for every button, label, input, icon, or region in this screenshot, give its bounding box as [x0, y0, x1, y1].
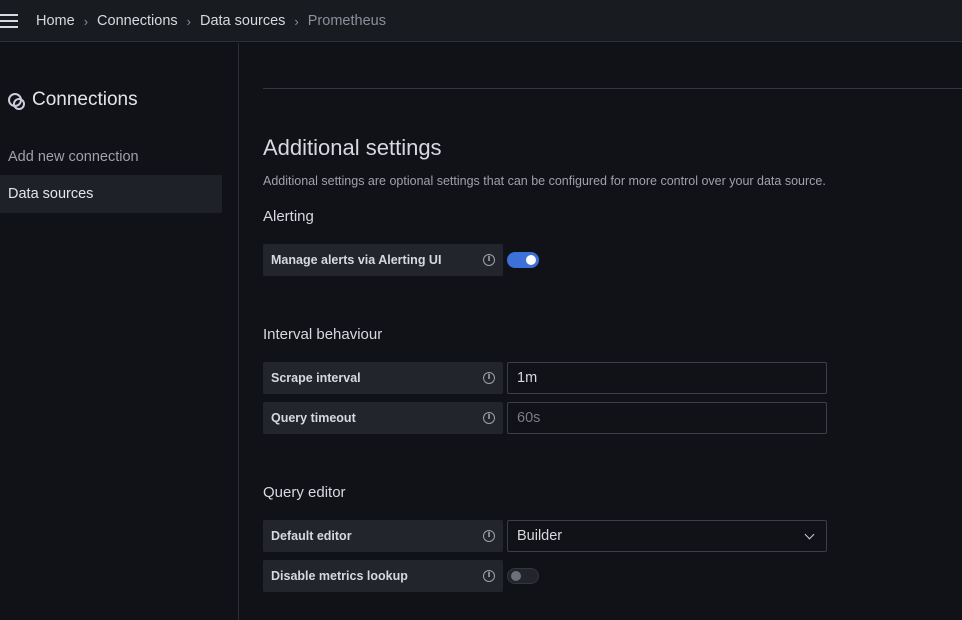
disable-metrics-label-text: Disable metrics lookup [271, 569, 408, 583]
toggle-knob [511, 571, 521, 581]
breadcrumb-current: Prometheus [307, 13, 386, 29]
sidebar-item-label: Add new connection [8, 149, 139, 165]
connections-icon [8, 93, 25, 110]
menu-icon[interactable] [0, 12, 20, 30]
manage-alerts-row: Manage alerts via Alerting UI i [263, 244, 539, 276]
section-description: Additional settings are optional setting… [263, 174, 826, 188]
chevron-down-icon [804, 529, 815, 539]
scrape-interval-label: Scrape interval i [263, 362, 503, 394]
info-icon[interactable]: i [483, 530, 495, 542]
query-editor-heading: Query editor [263, 484, 346, 501]
info-icon[interactable]: i [483, 254, 495, 266]
disable-metrics-label: Disable metrics lookup i [263, 560, 503, 592]
chevron-right-icon: › [83, 13, 89, 29]
sidebar: Connections Add new connection Data sour… [0, 43, 239, 620]
default-editor-select[interactable]: Builder [507, 520, 827, 552]
sidebar-title-label: Connections [32, 89, 138, 110]
manage-alerts-label-text: Manage alerts via Alerting UI [271, 253, 442, 267]
breadcrumb: Home › Connections › Data sources › Prom… [36, 0, 386, 42]
info-icon[interactable]: i [483, 372, 495, 384]
scrape-interval-label-text: Scrape interval [271, 371, 361, 385]
query-timeout-label: Query timeout i [263, 402, 503, 434]
default-editor-label-text: Default editor [271, 529, 352, 543]
page-section-title: Additional settings [263, 135, 442, 160]
breadcrumb-connections[interactable]: Connections [97, 13, 178, 29]
default-editor-row: Default editor i Builder [263, 520, 827, 552]
alerting-heading: Alerting [263, 208, 314, 225]
chevron-right-icon: › [186, 13, 191, 29]
disable-metrics-row: Disable metrics lookup i [263, 560, 539, 592]
interval-heading: Interval behaviour [263, 326, 383, 343]
info-icon[interactable]: i [483, 570, 495, 582]
default-editor-value: Builder [517, 528, 563, 544]
manage-alerts-toggle[interactable] [507, 252, 539, 268]
scrape-interval-input[interactable]: 1m [507, 362, 827, 394]
disable-metrics-toggle[interactable] [507, 568, 539, 584]
sidebar-item-data-sources[interactable]: Data sources [0, 175, 222, 213]
query-timeout-row: Query timeout i 60s [263, 402, 827, 434]
manage-alerts-label: Manage alerts via Alerting UI i [263, 244, 503, 276]
divider [263, 88, 962, 89]
sidebar-item-label: Data sources [8, 186, 94, 202]
top-nav-bar: Home › Connections › Data sources › Prom… [0, 0, 962, 42]
scrape-interval-row: Scrape interval i 1m [263, 362, 827, 394]
sidebar-item-add-new-connection[interactable]: Add new connection [0, 138, 222, 176]
chevron-right-icon: › [294, 13, 299, 29]
sidebar-title: Connections [8, 89, 138, 111]
breadcrumb-home[interactable]: Home [36, 13, 75, 29]
default-editor-label: Default editor i [263, 520, 503, 552]
breadcrumb-data-sources[interactable]: Data sources [200, 13, 285, 29]
query-timeout-input[interactable]: 60s [507, 402, 827, 434]
query-timeout-label-text: Query timeout [271, 411, 356, 425]
toggle-knob [526, 255, 536, 265]
info-icon[interactable]: i [483, 412, 495, 424]
